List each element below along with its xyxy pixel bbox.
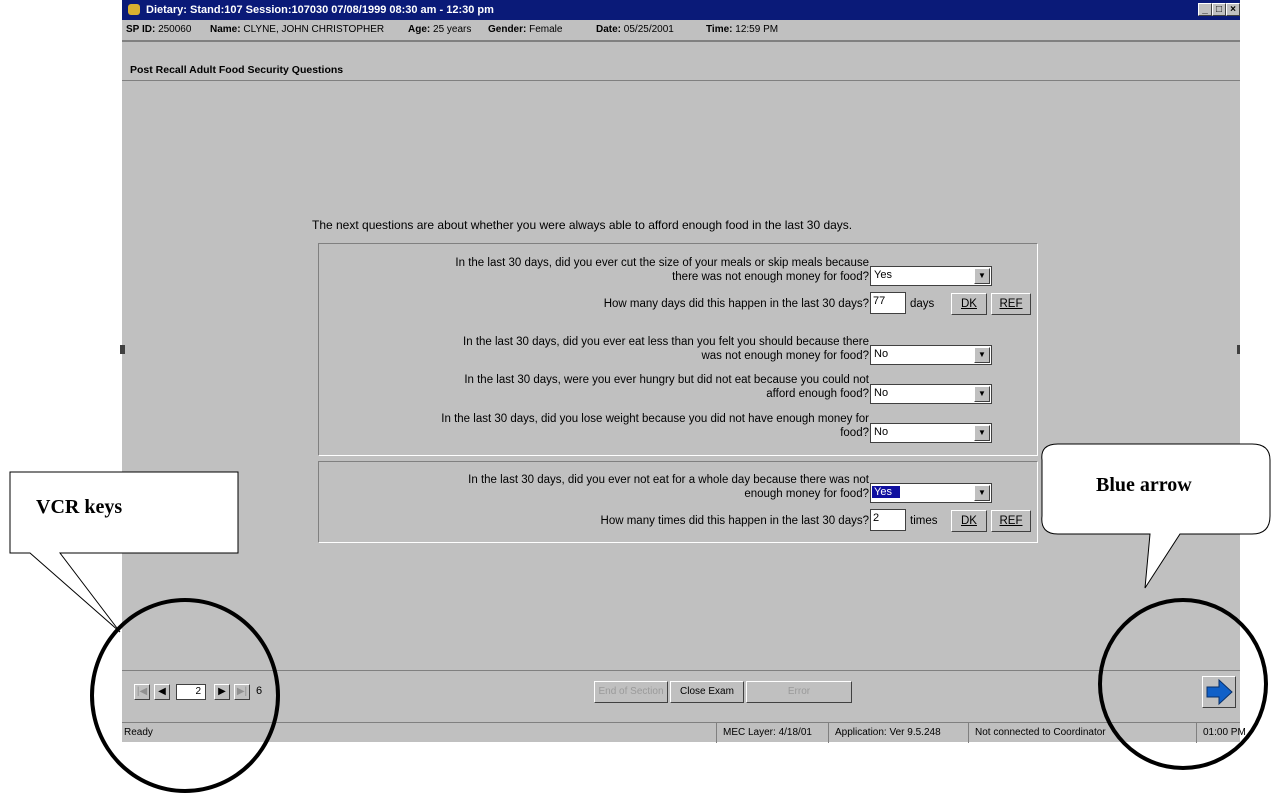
blue-arrow-highlight-circle — [1098, 598, 1268, 770]
blue-arrow-callout-bubble — [1041, 443, 1271, 589]
vcr-keys-callout: VCR keys — [36, 496, 123, 518]
vcr-keys-highlight-circle — [90, 598, 280, 793]
blue-arrow-callout: Blue arrow — [1096, 474, 1192, 496]
